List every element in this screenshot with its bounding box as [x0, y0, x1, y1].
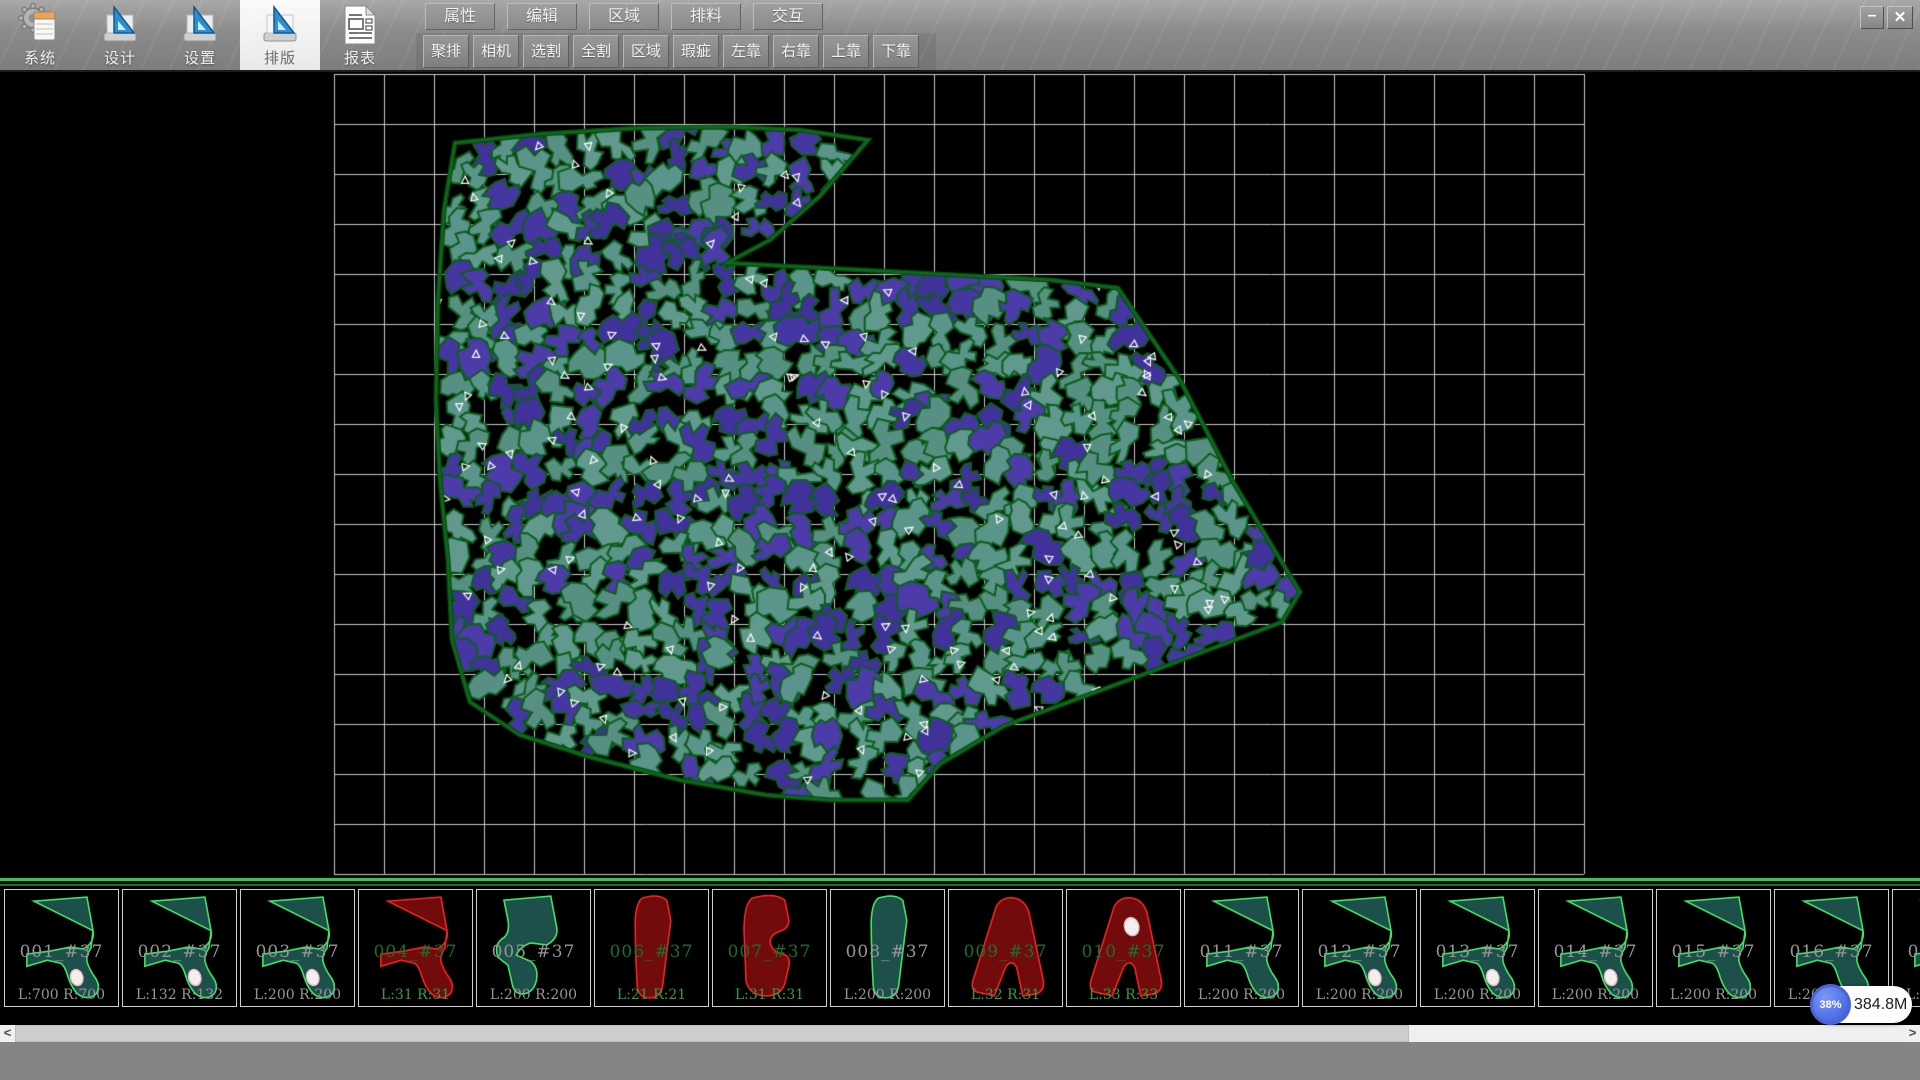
- system-gear-notebook-icon: [18, 3, 62, 47]
- triangle-ruler-icon: [98, 3, 142, 47]
- scrollbar-thumb[interactable]: [15, 1025, 1409, 1042]
- tab-system-label: 系统: [0, 47, 80, 68]
- tool-defect[interactable]: 瑕疵: [673, 35, 719, 68]
- piece-lr-label: L:200 R:200: [477, 987, 590, 1003]
- piece-label: 009_#37: [949, 942, 1062, 962]
- piece-label: 006_#37: [595, 942, 708, 962]
- piece-tile[interactable]: 005_#37 L:200 R:200: [476, 889, 591, 1007]
- tab-design[interactable]: 设计: [80, 0, 160, 70]
- memory-badge: 38% 384.8M: [1812, 986, 1912, 1023]
- piece-lr-label: L:200 R:200: [831, 987, 944, 1003]
- piece-label: 011_#37: [1185, 942, 1298, 962]
- memory-usage-label: 384.8M: [1854, 986, 1907, 1023]
- piece-lr-label: L:132 R:132: [123, 987, 236, 1003]
- tab-settings[interactable]: 设置: [160, 0, 240, 70]
- tool-align-top[interactable]: 上靠: [823, 35, 869, 68]
- horizontal-scrollbar[interactable]: < >: [0, 1025, 1920, 1042]
- tool-select-cut[interactable]: 选割: [523, 35, 569, 68]
- tool-align-left[interactable]: 左靠: [723, 35, 769, 68]
- piece-lr-label: L:31 R:31: [359, 987, 472, 1003]
- ribbon-toolbar: 系统 设计 设置: [0, 0, 1920, 72]
- piece-thumbnail-strip: 001_#37L:700 R:700002_#37L:132 R:132003_…: [0, 878, 1920, 1025]
- piece-lr-label: L:200 R:200: [241, 987, 354, 1003]
- tool-camera[interactable]: 相机: [473, 35, 519, 68]
- piece-tile[interactable]: 008_#37 L:200 R:200: [830, 889, 945, 1007]
- triangle-ruler-icon: [178, 3, 222, 47]
- piece-tile[interactable]: 012_#37 L:200 R:200: [1302, 889, 1417, 1007]
- nesting-app-window: 系统 设计 设置: [0, 0, 1920, 1080]
- piece-label: 017_#37: [1893, 942, 1920, 962]
- menu-properties[interactable]: 属性: [425, 3, 495, 30]
- piece-label: 014_#37: [1539, 942, 1652, 962]
- tab-report[interactable]: 报表: [320, 0, 400, 70]
- piece-tile[interactable]: 002_#37 L:132 R:132: [122, 889, 237, 1007]
- nesting-scene-canvas[interactable]: [0, 72, 1920, 878]
- piece-tile[interactable]: 006_#37 L:21 R:21: [594, 889, 709, 1007]
- close-button[interactable]: ✕: [1887, 6, 1913, 29]
- piece-label: 008_#37: [831, 942, 944, 962]
- tool-align-right[interactable]: 右靠: [773, 35, 819, 68]
- piece-label: 012_#37: [1303, 942, 1416, 962]
- piece-label: 002_#37: [123, 942, 236, 962]
- tab-report-label: 报表: [320, 47, 400, 68]
- piece-lr-label: L:200 R:200: [1657, 987, 1770, 1003]
- piece-lr-label: L:21 R:21: [595, 987, 708, 1003]
- triangle-ruler-icon: [258, 3, 302, 47]
- progress-percent-badge: 38%: [1810, 984, 1851, 1025]
- piece-tile[interactable]: 003_#37 L:200 R:200: [240, 889, 355, 1007]
- piece-label: 007_#37: [713, 942, 826, 962]
- tool-align-bottom[interactable]: 下靠: [873, 35, 919, 68]
- scroll-left-arrow-icon[interactable]: <: [0, 1025, 15, 1042]
- piece-tile[interactable]: 004_#37 L:31 R:31: [358, 889, 473, 1007]
- piece-label: 016_#37: [1775, 942, 1888, 962]
- menu-edit[interactable]: 编辑: [507, 3, 577, 30]
- piece-lr-label: L:200 R:200: [1185, 987, 1298, 1003]
- piece-lr-label: L:33 R:33: [1067, 987, 1180, 1003]
- piece-label: 003_#37: [241, 942, 354, 962]
- scroll-right-arrow-icon[interactable]: >: [1905, 1025, 1920, 1042]
- piece-tile[interactable]: 009_#37 L:32 R:31: [948, 889, 1063, 1007]
- piece-tile[interactable]: 007_#37 L:31 R:31: [712, 889, 827, 1007]
- tool-cluster-nest[interactable]: 聚排: [423, 35, 469, 68]
- piece-label: 010_#37: [1067, 942, 1180, 962]
- piece-label: 001_#37: [5, 942, 118, 962]
- piece-label: 004_#37: [359, 942, 472, 962]
- tab-design-label: 设计: [80, 47, 160, 68]
- nesting-canvas-area[interactable]: [0, 72, 1920, 878]
- menu-nesting[interactable]: 排料: [671, 3, 741, 30]
- piece-tile[interactable]: 013_#37 L:200 R:200: [1420, 889, 1535, 1007]
- piece-lr-label: L:200 R:200: [1421, 987, 1534, 1003]
- piece-tile[interactable]: 001_#37 L:700 R:700: [4, 889, 119, 1007]
- minimize-button[interactable]: –: [1860, 6, 1884, 29]
- tool-region[interactable]: 区域: [623, 35, 669, 68]
- menu-region[interactable]: 区域: [589, 3, 659, 30]
- tab-settings-label: 设置: [160, 47, 240, 68]
- piece-lr-label: L:31 R:31: [713, 987, 826, 1003]
- piece-lr-label: L:200 R:200: [1303, 987, 1416, 1003]
- piece-tile[interactable]: 011_#37 L:200 R:200: [1184, 889, 1299, 1007]
- piece-lr-label: L:700 R:700: [5, 987, 118, 1003]
- piece-tile[interactable]: 010_#37 L:33 R:33: [1066, 889, 1181, 1007]
- report-document-icon: [338, 3, 382, 47]
- piece-label: 015_#37: [1657, 942, 1770, 962]
- tab-layout-active[interactable]: 排版: [240, 0, 320, 70]
- piece-lr-label: L:200 R:200: [1539, 987, 1652, 1003]
- menu-interaction[interactable]: 交互: [753, 3, 823, 30]
- piece-lr-label: L:32 R:31: [949, 987, 1062, 1003]
- piece-label: 013_#37: [1421, 942, 1534, 962]
- piece-tile[interactable]: 014_#37 L:200 R:200: [1538, 889, 1653, 1007]
- piece-tile[interactable]: 015_#37 L:200 R:200: [1656, 889, 1771, 1007]
- tool-cut-all[interactable]: 全割: [573, 35, 619, 68]
- tab-system[interactable]: 系统: [0, 0, 80, 70]
- tab-layout-label: 排版: [240, 47, 320, 68]
- status-bar: [0, 1042, 1920, 1080]
- piece-label: 005_#37: [477, 942, 590, 962]
